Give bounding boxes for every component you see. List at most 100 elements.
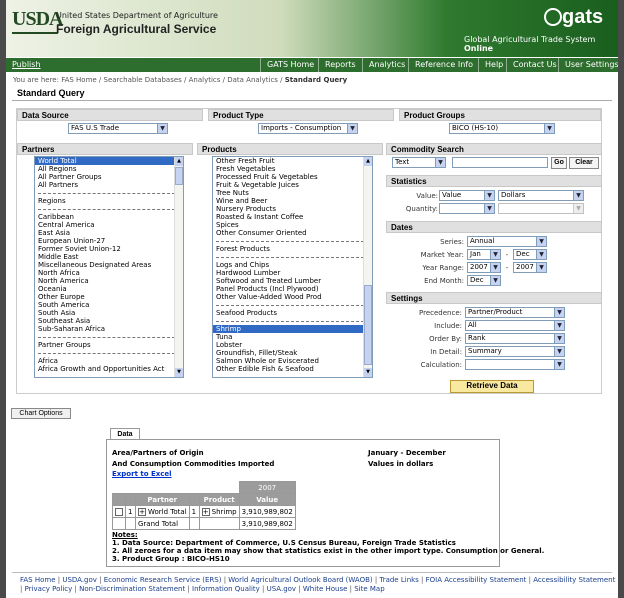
partners-scrollbar[interactable]: ▲ ▼ <box>174 157 183 377</box>
list-item[interactable]: Miscellaneous Designated Areas <box>35 261 183 269</box>
list-item[interactable]: Tree Nuts <box>213 189 372 197</box>
list-item[interactable]: North America <box>35 277 183 285</box>
list-item[interactable]: Middle East <box>35 253 183 261</box>
products-listbox[interactable]: Other Fresh Fruit Fresh Vegetables Process… <box>212 156 373 378</box>
product-type-select[interactable]: Imports - Consumption ▼ <box>258 123 358 134</box>
list-item[interactable]: Oceania <box>35 285 183 293</box>
list-item[interactable]: Groundfish, Fillet/Steak <box>213 349 372 357</box>
list-item[interactable]: North Africa <box>35 269 183 277</box>
list-item[interactable]: Lobster <box>213 341 372 349</box>
list-item[interactable]: All Partner Groups <box>35 173 183 181</box>
list-item[interactable]: Sub-Saharan Africa <box>35 325 183 333</box>
footer-link[interactable]: Site Map <box>354 585 384 593</box>
unit-select[interactable]: Dollars ▼ <box>498 190 584 201</box>
include-select[interactable]: All ▼ <box>465 320 565 331</box>
product-groups-select[interactable]: BICO (HS-10) ▼ <box>449 123 555 134</box>
scroll-up-icon[interactable]: ▲ <box>364 157 372 166</box>
expand-icon[interactable]: + <box>201 507 210 516</box>
footer-link[interactable]: Privacy Policy <box>25 585 73 593</box>
list-item[interactable]: Africa Growth and Opportunities Act <box>35 365 183 373</box>
row-checkbox[interactable] <box>115 507 123 516</box>
expand-icon[interactable]: + <box>138 507 146 516</box>
usda-logo[interactable]: USDA <box>12 8 63 34</box>
list-item[interactable]: European Union-27 <box>35 237 183 245</box>
nav-reference-info[interactable]: Reference Info <box>408 58 478 72</box>
list-item[interactable]: All Partners <box>35 181 183 189</box>
list-item[interactable]: Other Edible Fish & Seafood <box>213 365 372 373</box>
list-item[interactable]: Fresh Vegetables <box>213 165 372 173</box>
scroll-thumb[interactable] <box>175 167 183 185</box>
precedence-select[interactable]: Partner/Product ▼ <box>465 307 565 318</box>
list-item[interactable]: Southeast Asia <box>35 317 183 325</box>
list-item[interactable]: Shrimp <box>213 325 372 333</box>
list-item[interactable]: Wine and Beer <box>213 197 372 205</box>
footer-link[interactable]: FAS Home <box>20 576 56 584</box>
list-item[interactable]: Logs and Chips <box>213 261 372 269</box>
data-source-select[interactable]: FAS U.S Trade ▼ <box>68 123 168 134</box>
list-item[interactable]: Seafood Products <box>213 309 372 317</box>
footer-link[interactable]: Information Quality <box>192 585 260 593</box>
footer-link[interactable]: FOIA Accessibility Statement <box>426 576 527 584</box>
list-item[interactable]: Africa <box>35 357 183 365</box>
nav-publish[interactable]: Publish <box>6 58 260 72</box>
quantity-select[interactable]: ▼ <box>439 203 495 214</box>
footer-link[interactable]: Non-Discrimination Statement <box>79 585 185 593</box>
list-item[interactable]: Softwood and Treated Lumber <box>213 277 372 285</box>
footer-link[interactable]: Accessibility Statement <box>533 576 615 584</box>
export-to-excel-link[interactable]: Export to Excel <box>112 470 172 478</box>
partners-listbox[interactable]: World Total All Regions All Partner Groups… <box>34 156 184 378</box>
month-to-select[interactable]: Dec ▼ <box>513 249 547 260</box>
list-item[interactable]: World Total <box>35 157 183 165</box>
scroll-up-icon[interactable]: ▲ <box>175 157 183 166</box>
list-item[interactable]: Hardwood Lumber <box>213 269 372 277</box>
year-from-select[interactable]: 2007 ▼ <box>467 262 501 273</box>
list-item[interactable]: Partner Groups <box>35 341 183 349</box>
list-item[interactable]: South America <box>35 301 183 309</box>
nav-reports[interactable]: Reports <box>318 58 362 72</box>
list-item[interactable]: Tuna <box>213 333 372 341</box>
list-item[interactable]: Fruit & Vegetable Juices <box>213 181 372 189</box>
footer-link[interactable]: World Agricultural Outlook Board (WAOB) <box>228 576 372 584</box>
list-item[interactable]: Panel Products (Incl Plywood) <box>213 285 372 293</box>
footer-link[interactable]: Economic Research Service (ERS) <box>104 576 222 584</box>
series-select[interactable]: Annual ▼ <box>467 236 547 247</box>
footer-link[interactable]: USDA.gov <box>62 576 97 584</box>
nav-analytics[interactable]: Analytics <box>362 58 408 72</box>
go-button[interactable]: Go <box>551 157 567 169</box>
list-item[interactable]: Caribbean <box>35 213 183 221</box>
value-select[interactable]: Value ▼ <box>439 190 495 201</box>
products-scrollbar[interactable]: ▲ ▼ <box>363 157 372 377</box>
in-detail-select[interactable]: Summary ▼ <box>465 346 565 357</box>
list-item[interactable]: South Asia <box>35 309 183 317</box>
list-item[interactable]: Processed Fruit & Vegetables <box>213 173 372 181</box>
scroll-down-icon[interactable]: ▼ <box>364 368 372 377</box>
chart-options-button[interactable]: Chart Options <box>11 408 71 419</box>
end-month-select[interactable]: Dec ▼ <box>467 275 501 286</box>
list-item[interactable]: Nursery Products <box>213 205 372 213</box>
list-item[interactable]: Regions <box>35 197 183 205</box>
list-item[interactable]: East Asia <box>35 229 183 237</box>
list-item[interactable]: Roasted & Instant Coffee <box>213 213 372 221</box>
nav-contact-us[interactable]: Contact Us <box>506 58 558 72</box>
footer-link[interactable]: USA.gov <box>267 585 296 593</box>
list-item[interactable]: Other Fresh Fruit <box>213 157 372 165</box>
list-item[interactable]: Central America <box>35 221 183 229</box>
scroll-down-icon[interactable]: ▼ <box>175 368 183 377</box>
scroll-thumb[interactable] <box>364 285 372 365</box>
list-item[interactable]: Forest Products <box>213 245 372 253</box>
nav-help[interactable]: Help <box>478 58 506 72</box>
list-item[interactable]: Other Consumer Oriented <box>213 229 372 237</box>
list-item[interactable]: All Regions <box>35 165 183 173</box>
calculation-select[interactable]: ▼ <box>465 359 565 370</box>
breadcrumb-path[interactable]: You are here: FAS Home / Searchable Data… <box>13 76 285 84</box>
list-item[interactable]: Salmon Whole or Eviscerated <box>213 357 372 365</box>
year-to-select[interactable]: 2007 ▼ <box>513 262 547 273</box>
list-item[interactable]: Former Soviet Union-12 <box>35 245 183 253</box>
footer-link[interactable]: White House <box>303 585 348 593</box>
commodity-search-input[interactable] <box>452 157 548 168</box>
nav-gats-home[interactable]: GATS Home <box>260 58 318 72</box>
nav-user-settings[interactable]: User Settings <box>558 58 618 72</box>
search-type-select[interactable]: Text ▼ <box>392 157 446 168</box>
footer-link[interactable]: Trade Links <box>379 576 418 584</box>
list-item[interactable]: Spices <box>213 221 372 229</box>
